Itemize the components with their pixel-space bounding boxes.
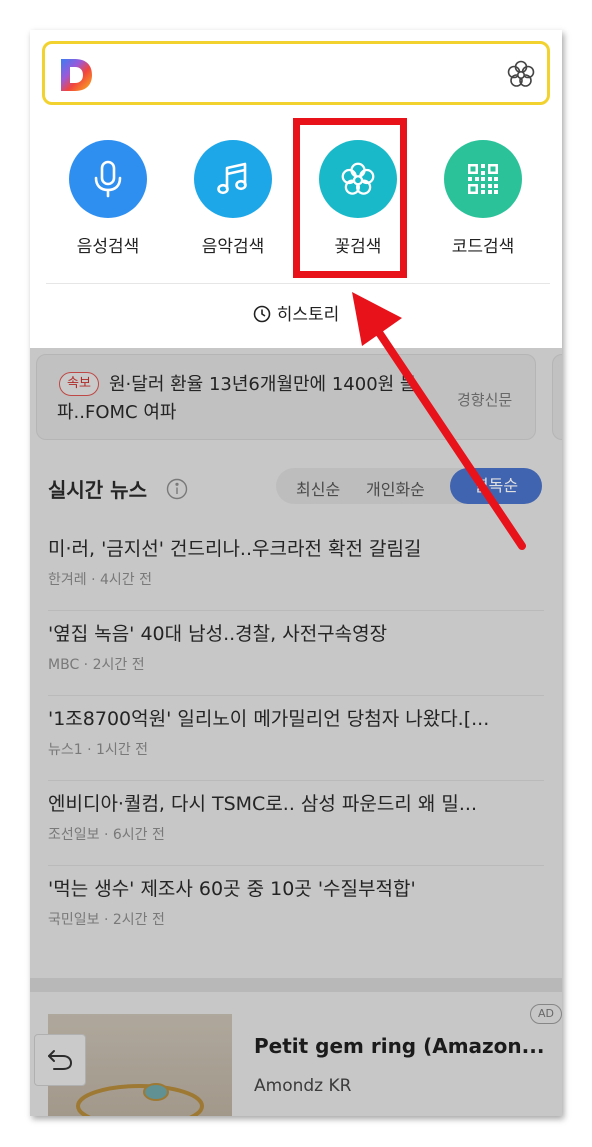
news-title: 엔비디아·퀄컴, 다시 TSMC로.. 삼성 파운드리 왜 밀... (48, 793, 478, 815)
sort-latest[interactable]: 최신순 (296, 476, 340, 500)
code-search-circle (444, 140, 522, 218)
qr-code-icon (468, 164, 498, 194)
tool-label-voice: 음성검색 (76, 237, 140, 257)
news-time: 6시간 전 (112, 827, 165, 843)
news-source: 조선일보 (48, 827, 100, 843)
dimmed-content: 속보 원·달러 환율 13년6개월만에 1400원 돌파..FOMC 여파 경향… (30, 348, 562, 1116)
news-meta: 국민일보 · 2시간 전 (48, 912, 165, 928)
sort-toggle: 최신순 개인화순 열독순 (276, 468, 542, 504)
news-item[interactable]: 미·러, '금지선' 건드리나..우크라전 확전 갈림길 한겨레 · 4시간 전 (48, 526, 544, 611)
news-list: 미·러, '금지선' 건드리나..우크라전 확전 갈림길 한겨레 · 4시간 전… (48, 526, 544, 951)
history-label: 히스토리 (276, 305, 340, 325)
voice-search-button[interactable]: 음성검색 (53, 140, 163, 270)
realtime-news-title: 실시간 뉴스 (48, 478, 147, 502)
news-source: 한겨레 (48, 572, 87, 588)
music-search-circle (194, 140, 272, 218)
news-time: 4시간 전 (100, 572, 152, 588)
ad-title[interactable]: Petit gem ring (Amazon... (254, 1034, 544, 1058)
news-item[interactable]: '1조8700억원' 일리노이 메가밀리언 당첨자 나왔다.[... 뉴스1 ·… (48, 696, 544, 781)
flower-search-icon[interactable] (505, 58, 537, 90)
music-note-icon (217, 162, 247, 195)
sort-most-read[interactable]: 열독순 (450, 468, 542, 504)
news-meta: MBC · 2시간 전 (48, 657, 145, 673)
news-item[interactable]: 엔비디아·퀄컴, 다시 TSMC로.. 삼성 파운드리 왜 밀... 조선일보 … (48, 781, 544, 866)
news-time: 2시간 전 (92, 657, 145, 673)
news-source: 뉴스1 (48, 742, 83, 758)
news-source: MBC (48, 657, 80, 673)
next-breaking-card[interactable] (552, 354, 562, 440)
news-meta: 뉴스1 · 1시간 전 (48, 742, 149, 758)
sort-personalized[interactable]: 개인화순 (366, 476, 425, 500)
breaking-news-text: 원·달러 환율 13년6개월만에 1400원 돌파..FOMC 여파 (57, 374, 417, 423)
voice-search-circle (69, 140, 147, 218)
search-bar[interactable] (42, 41, 550, 105)
tool-label-code: 코드검색 (451, 237, 515, 257)
ad-advertiser: Amondz KR (254, 1076, 352, 1096)
news-time: 1시간 전 (96, 742, 149, 758)
news-title: 미·러, '금지선' 건드리나..우크라전 확전 갈림길 (48, 538, 422, 560)
ad-separator (30, 978, 562, 992)
news-time: 2시간 전 (112, 912, 165, 928)
news-meta: 조선일보 · 6시간 전 (48, 827, 165, 843)
music-search-button[interactable]: 음악검색 (178, 140, 288, 270)
news-source: 국민일보 (48, 912, 100, 928)
news-title: '1조8700억원' 일리노이 메가밀리언 당첨자 나왔다.[... (48, 708, 490, 730)
back-button[interactable] (34, 1034, 86, 1086)
daum-logo-icon (61, 59, 92, 91)
app-frame: 음성검색 음악검색 꽃검색 코드검색 히스토리 속보 원·달러 환율 13년6개… (30, 30, 562, 1116)
news-meta: 한겨레 · 4시간 전 (48, 572, 152, 588)
breaking-news-card[interactable]: 속보 원·달러 환율 13년6개월만에 1400원 돌파..FOMC 여파 경향… (36, 354, 536, 440)
news-item[interactable]: '옆집 녹음' 40대 남성..경찰, 사전구속영장 MBC · 2시간 전 (48, 611, 544, 696)
news-item[interactable]: '먹는 생수' 제조사 60곳 중 10곳 '수질부적합' 국민일보 · 2시간… (48, 866, 544, 951)
microphone-icon (94, 160, 122, 198)
tool-label-music: 음악검색 (201, 237, 265, 257)
breaking-news-source: 경향신문 (457, 391, 513, 409)
news-title: '먹는 생수' 제조사 60곳 중 10곳 '수질부적합' (48, 878, 416, 900)
flower-search-highlight (293, 118, 407, 278)
info-icon[interactable] (166, 478, 188, 500)
clock-icon (253, 305, 271, 323)
undo-icon (48, 1050, 72, 1070)
history-button[interactable]: 히스토리 (30, 300, 562, 325)
divider (46, 283, 550, 284)
code-search-button[interactable]: 코드검색 (428, 140, 538, 270)
ad-badge: AD (530, 1004, 562, 1024)
news-title: '옆집 녹음' 40대 남성..경찰, 사전구속영장 (48, 623, 388, 645)
